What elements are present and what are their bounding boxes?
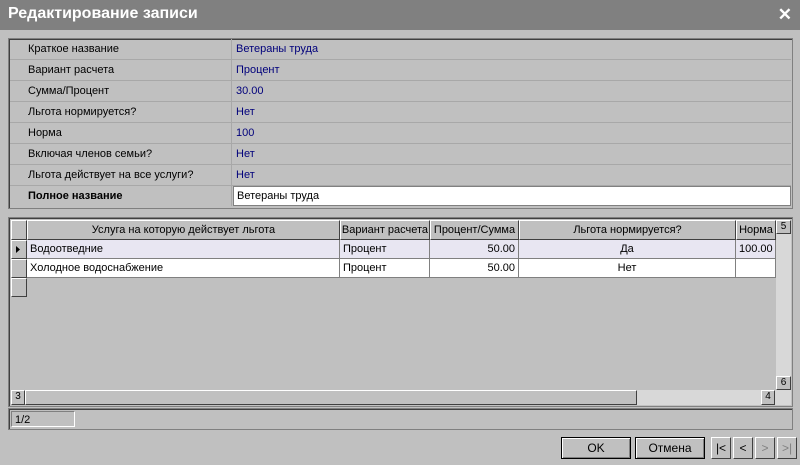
table-cell[interactable]: Холодное водоснабжение xyxy=(27,259,340,278)
property-row[interactable]: Включая членов семьи? Нет xyxy=(10,144,791,165)
property-label: Краткое название xyxy=(10,39,232,59)
property-row[interactable]: Сумма/Процент 30.00 xyxy=(10,81,791,102)
table-cell[interactable]: Да xyxy=(519,240,736,259)
table-cell[interactable]: 100.00 xyxy=(736,240,776,259)
record-position: 1/2 xyxy=(11,411,75,427)
next-record-button[interactable]: > xyxy=(755,437,775,459)
vertical-scrollbar[interactable]: 5 6 xyxy=(776,220,791,390)
row-indicator[interactable] xyxy=(11,259,27,278)
property-label: Сумма/Процент xyxy=(10,81,232,101)
prev-record-button[interactable]: < xyxy=(733,437,753,459)
property-value[interactable]: Нет xyxy=(233,144,791,164)
full-name-input[interactable]: Ветераны труда xyxy=(233,186,791,206)
property-label: Льгота действует на все услуги? xyxy=(10,165,232,185)
scroll-left-button[interactable]: 3 xyxy=(11,390,25,405)
horizontal-scrollbar[interactable]: 3 4 xyxy=(11,390,791,405)
property-row[interactable]: Норма 100 xyxy=(10,123,791,144)
scroll-down-button[interactable]: 6 xyxy=(776,376,791,390)
property-label: Включая членов семьи? xyxy=(10,144,232,164)
property-value[interactable]: Нет xyxy=(233,165,791,185)
services-grid: Услуга на которую действует льгота Вариа… xyxy=(8,217,793,407)
property-value[interactable]: 30.00 xyxy=(233,81,791,101)
table-cell[interactable] xyxy=(736,259,776,278)
horizontal-scroll-thumb[interactable] xyxy=(25,390,637,405)
scroll-up-button[interactable]: 5 xyxy=(776,220,791,234)
property-row[interactable]: Льгота действует на все услуги? Нет xyxy=(10,165,791,186)
last-record-button[interactable]: >| xyxy=(777,437,797,459)
cancel-button[interactable]: Отмена xyxy=(635,437,705,459)
property-row[interactable]: Краткое название Ветераны труда xyxy=(10,39,791,60)
property-row[interactable]: Вариант расчета Процент xyxy=(10,60,791,81)
column-header[interactable]: Процент/Сумма xyxy=(430,220,519,240)
column-header[interactable]: Льгота нормируется? xyxy=(519,220,736,240)
grid-corner[interactable] xyxy=(11,220,27,240)
window-title: Редактирование записи xyxy=(8,5,198,22)
table-cell[interactable]: Процент xyxy=(340,240,430,259)
row-indicator-new[interactable] xyxy=(11,278,27,297)
property-value[interactable]: Ветераны труда xyxy=(233,39,791,59)
table-cell[interactable]: 50.00 xyxy=(430,240,519,259)
table-cell[interactable]: Процент xyxy=(340,259,430,278)
property-row[interactable]: Льгота нормируется? Нет xyxy=(10,102,791,123)
column-header[interactable]: Вариант расчета xyxy=(340,220,430,240)
current-row-icon xyxy=(16,246,20,253)
column-header[interactable]: Услуга на которую действует льгота xyxy=(27,220,340,240)
record-properties: Краткое название Ветераны труда Вариант … xyxy=(8,38,793,209)
table-cell[interactable]: 50.00 xyxy=(430,259,519,278)
close-icon[interactable]: ✕ xyxy=(778,5,792,25)
title-bar: Редактирование записи ✕ xyxy=(0,0,800,30)
first-record-button[interactable]: |< xyxy=(711,437,731,459)
property-label: Полное название xyxy=(10,186,232,206)
property-value[interactable]: 100 xyxy=(233,123,791,143)
property-value[interactable]: Нет xyxy=(233,102,791,122)
row-indicator[interactable] xyxy=(11,240,27,259)
table-cell[interactable]: Водоотведние xyxy=(27,240,340,259)
table-cell[interactable]: Нет xyxy=(519,259,736,278)
property-label: Вариант расчета xyxy=(10,60,232,80)
property-value[interactable]: Процент xyxy=(233,60,791,80)
scroll-right-button[interactable]: 4 xyxy=(761,390,775,405)
property-label: Льгота нормируется? xyxy=(10,102,232,122)
ok-button[interactable]: OK xyxy=(561,437,631,459)
property-label: Норма xyxy=(10,123,232,143)
column-header[interactable]: Норма xyxy=(736,220,776,240)
property-row-full-name[interactable]: Полное название Ветераны труда xyxy=(10,186,791,206)
status-bar: 1/2 xyxy=(8,408,793,430)
